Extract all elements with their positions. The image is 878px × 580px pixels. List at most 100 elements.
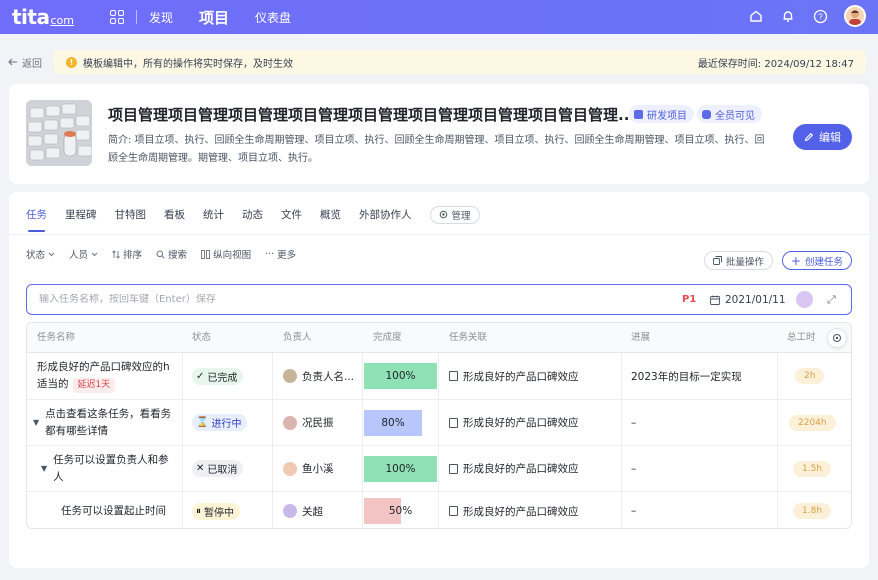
owner[interactable]: 鱼小溪	[283, 461, 334, 476]
total-hours[interactable]: 2204h	[789, 414, 836, 431]
tag-rd-project[interactable]: 研发项目	[629, 105, 694, 123]
project-cover-image[interactable]	[26, 100, 92, 166]
user-avatar[interactable]	[844, 5, 866, 27]
total-hours[interactable]: 2h	[795, 368, 825, 384]
related-task[interactable]: 形成良好的产品口碑效应	[449, 461, 579, 476]
tab-external-collaborators[interactable]: 外部协作人	[359, 207, 412, 228]
total-hours[interactable]: 1.5h	[793, 460, 832, 477]
col-progress[interactable]: 完成度	[373, 323, 402, 353]
nav-item-discover[interactable]: 发现	[149, 9, 173, 26]
table-row[interactable]: 形成良好的产品口碑效应的h适当的 延迟1天 ✓ 已完成 负责人名... 100% 形…	[27, 353, 851, 400]
total-hours[interactable]: 1.8h	[793, 503, 832, 519]
help-icon[interactable]: ?	[812, 8, 828, 24]
owner[interactable]: 况民振	[283, 415, 334, 430]
progress-cell[interactable]: 100%	[364, 455, 437, 482]
task-name[interactable]: 任务可以设置起止时间	[61, 503, 166, 520]
expand-icon[interactable]: ⤢	[827, 293, 836, 307]
document-icon	[449, 506, 458, 516]
tab-tasks[interactable]: 任务	[26, 207, 47, 232]
tab-files[interactable]: 文件	[281, 207, 302, 228]
task-name[interactable]: 形成良好的产品口碑效应的h适当的 延迟1天	[37, 359, 179, 393]
column-settings-button[interactable]	[827, 328, 847, 348]
apps-grid-icon[interactable]	[109, 10, 124, 24]
filter-people[interactable]: 人员	[69, 247, 98, 261]
progress-cell[interactable]: 100%	[364, 363, 437, 389]
manage-tabs-button[interactable]: 管理	[429, 205, 480, 224]
status-badge[interactable]: ⌛ 进行中	[192, 414, 248, 431]
assignee-avatar[interactable]	[796, 291, 813, 308]
owner[interactable]: 负责人名...	[283, 369, 354, 384]
search-icon	[156, 250, 165, 259]
col-relation[interactable]: 任务关联	[449, 323, 487, 353]
avatar	[283, 415, 297, 430]
related-task[interactable]: 形成良好的产品口碑效应	[449, 504, 579, 519]
progress-cell[interactable]: 80%	[364, 409, 437, 436]
table-row[interactable]: ▼ 点击查看这条任务，看看务都有哪些详情 ⌛ 进行中 况民振 80% 形成良好的产…	[27, 400, 851, 446]
progress-note[interactable]: –	[631, 417, 636, 429]
table-row[interactable]: ▼ 任务可以设置负责人和参人 ✕ 已取消 鱼小溪 100% 形成良好的产品口碑效应…	[27, 446, 851, 492]
plus-icon: +	[790, 253, 801, 268]
bell-icon[interactable]	[780, 8, 796, 24]
vertical-view-button[interactable]: 纵向视图	[201, 247, 251, 261]
progress-note[interactable]: –	[631, 505, 636, 517]
logo-brand: tita	[12, 5, 50, 29]
tab-stats[interactable]: 统计	[203, 207, 224, 228]
pencil-icon	[804, 132, 814, 142]
tag-visibility[interactable]: 全员可见	[697, 105, 762, 123]
tab-activity[interactable]: 动态	[242, 207, 263, 228]
progress-label: 100%	[385, 370, 416, 382]
more-button[interactable]: ··· 更多	[265, 247, 296, 262]
progress-label: 100%	[385, 462, 416, 475]
col-total-hours[interactable]: 总工时	[787, 323, 816, 353]
table-header: 任务名称 状态 负责人 完成度 任务关联 进展 总工时	[27, 323, 851, 353]
project-tabs: 任务 里程碑 甘特图 看板 统计 动态 文件 概览 外部协作人 管理	[26, 205, 480, 232]
home-icon[interactable]	[748, 8, 764, 24]
back-button[interactable]: 返回	[8, 55, 42, 70]
col-owner[interactable]: 负责人	[283, 323, 312, 353]
back-label: 返回	[22, 58, 42, 70]
status-badge[interactable]: ⏸ 暂停中	[192, 502, 240, 520]
status-badge[interactable]: ✓ 已完成	[192, 367, 244, 385]
tita-logo[interactable]: tita com	[12, 5, 74, 29]
tab-overview[interactable]: 概览	[320, 207, 341, 228]
due-date-picker[interactable]: 2021/01/11	[710, 294, 786, 306]
task-name[interactable]: 点击查看这条任务，看看务都有哪些详情	[45, 406, 175, 440]
priority-selector[interactable]: P1	[682, 294, 696, 305]
tab-kanban[interactable]: 看板	[164, 207, 185, 228]
col-status[interactable]: 状态	[192, 323, 211, 353]
status-badge[interactable]: ✕ 已取消	[192, 460, 244, 477]
pause-icon: ⏸	[196, 505, 201, 517]
batch-operation-button[interactable]: 批量操作	[703, 251, 773, 270]
document-icon	[449, 417, 458, 428]
more-dots-icon: ···	[265, 248, 275, 260]
progress-note[interactable]: 2023年的目标一定实现	[631, 369, 742, 384]
col-task-name[interactable]: 任务名称	[37, 323, 75, 353]
tab-milestones[interactable]: 里程碑	[65, 207, 97, 228]
create-task-button[interactable]: + 创建任务	[781, 251, 852, 270]
progress-note[interactable]: –	[631, 463, 636, 475]
columns-icon	[201, 249, 211, 259]
filter-status[interactable]: 状态	[26, 247, 55, 261]
table-row[interactable]: 任务可以设置起止时间 ⏸ 暂停中 关超 50% 形成良好的产品口碑效应 – 1.8…	[27, 492, 851, 528]
svg-text:?: ?	[818, 12, 823, 21]
related-task[interactable]: 形成良好的产品口碑效应	[449, 369, 579, 384]
related-task[interactable]: 形成良好的产品口碑效应	[449, 415, 579, 430]
col-notes[interactable]: 进展	[631, 323, 650, 353]
task-name[interactable]: 任务可以设置负责人和参人	[53, 452, 173, 486]
expand-caret-icon[interactable]: ▼	[41, 464, 47, 473]
edit-project-button[interactable]: 编辑	[793, 124, 852, 150]
chevron-down-icon	[48, 252, 55, 256]
delay-badge: 延迟1天	[72, 378, 116, 393]
progress-label: 50%	[388, 505, 413, 517]
nav-item-projects[interactable]: 项目	[199, 7, 229, 28]
task-name-input[interactable]	[39, 294, 639, 305]
search-button[interactable]: 搜索	[156, 247, 187, 261]
sort-button[interactable]: 排序	[112, 247, 142, 261]
tab-gantt[interactable]: 甘特图	[115, 207, 147, 228]
nav-item-dashboard[interactable]: 仪表盘	[255, 9, 291, 26]
expand-caret-icon[interactable]: ▼	[33, 418, 39, 427]
edit-label: 编辑	[819, 131, 841, 144]
task-table: 任务名称 状态 负责人 完成度 任务关联 进展 总工时 形成良好的产品口碑效应的…	[26, 322, 852, 529]
owner[interactable]: 关超	[283, 504, 323, 519]
progress-cell[interactable]: 50%	[364, 498, 437, 524]
